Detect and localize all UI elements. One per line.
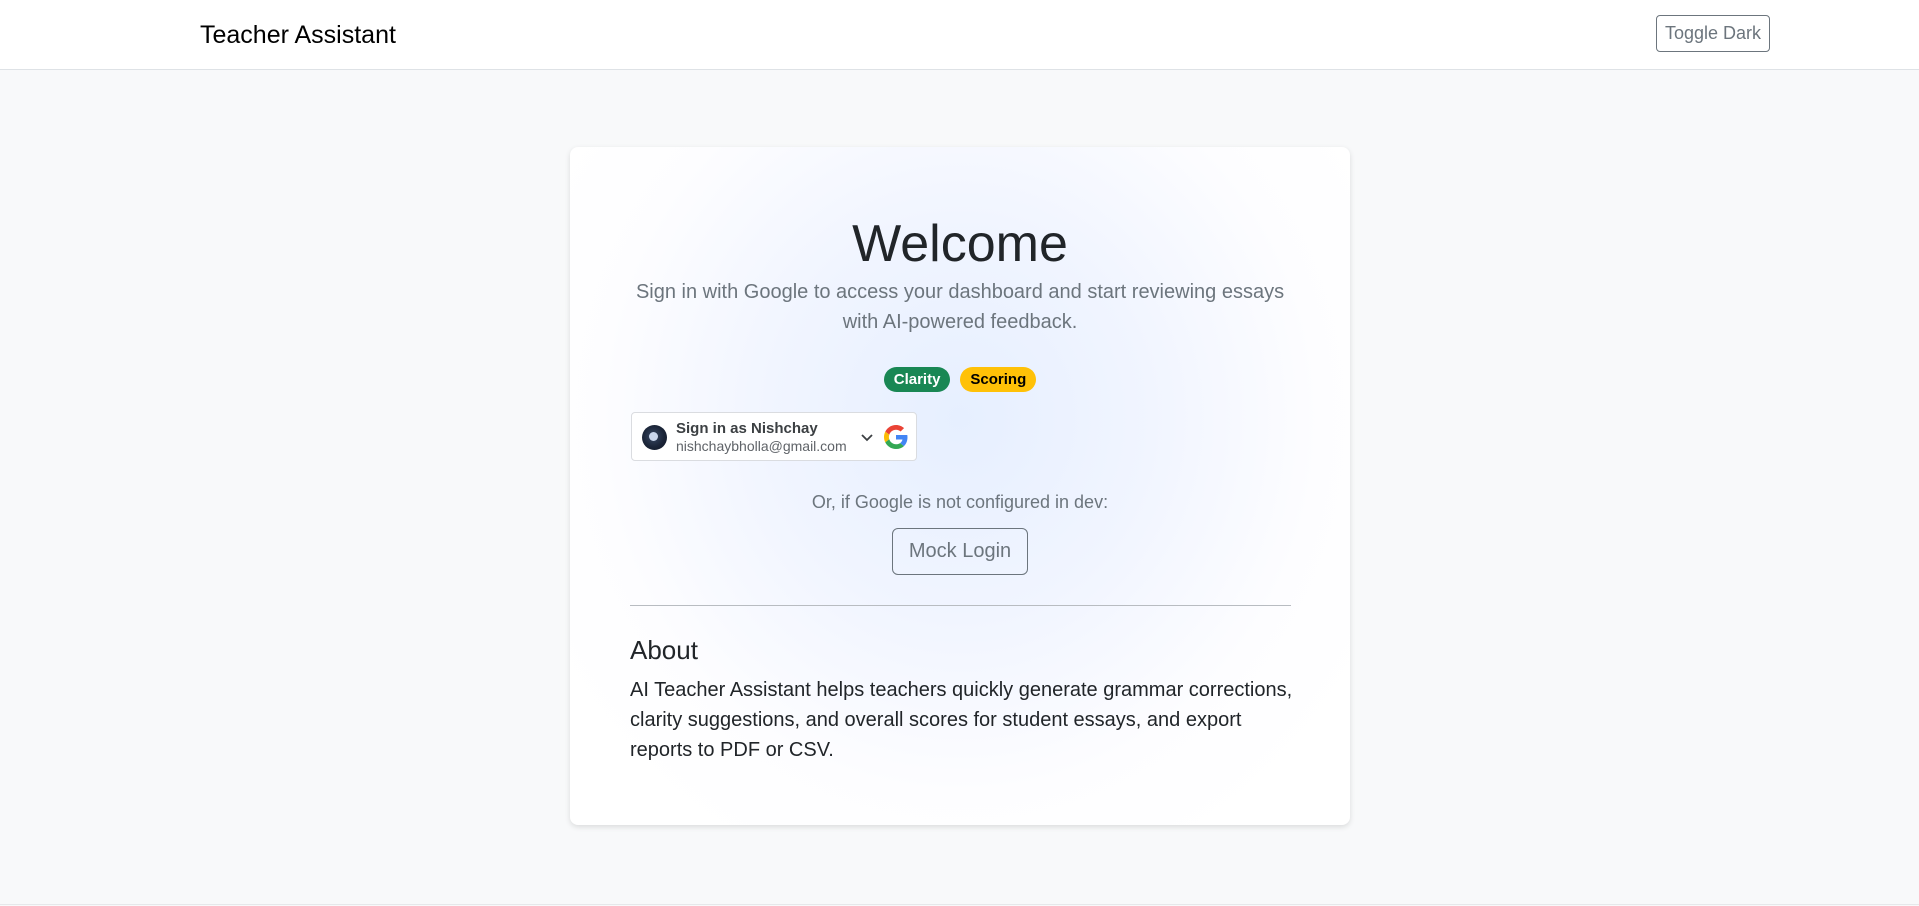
about-text: AI Teacher Assistant helps teachers quic… (630, 679, 1293, 761)
brand-title[interactable]: Teacher Assistant (200, 18, 396, 52)
badge-scoring: Scoring (960, 367, 1037, 392)
welcome-card: Welcome Sign in with Google to access yo… (570, 147, 1350, 825)
google-signin-button[interactable]: Sign in as Nishchay nishchaybholla@gmail… (631, 412, 917, 461)
chevron-down-icon[interactable] (860, 433, 874, 443)
badge-clarity: Clarity (883, 367, 951, 392)
toggle-dark-button[interactable]: Toggle Dark (1656, 15, 1770, 52)
footer-divider (0, 904, 1919, 905)
google-signin-email: nishchaybholla@gmail.com (676, 438, 847, 454)
mock-login-button[interactable]: Mock Login (892, 528, 1028, 575)
dev-note-text: Or, if Google is not configured in dev: (811, 492, 1109, 512)
welcome-heading: Welcome (852, 215, 1068, 273)
top-navbar: Teacher Assistant Toggle Dark (0, 0, 1919, 70)
welcome-lead-text: Sign in with Google to access your dashb… (635, 281, 1285, 333)
section-divider (630, 605, 1291, 606)
feature-badges: Clarity Scoring (570, 367, 1350, 392)
google-signin-name: Sign in as Nishchay (676, 420, 818, 437)
about-heading: About (630, 635, 698, 665)
google-logo-icon (884, 425, 908, 449)
avatar-icon (642, 425, 667, 450)
